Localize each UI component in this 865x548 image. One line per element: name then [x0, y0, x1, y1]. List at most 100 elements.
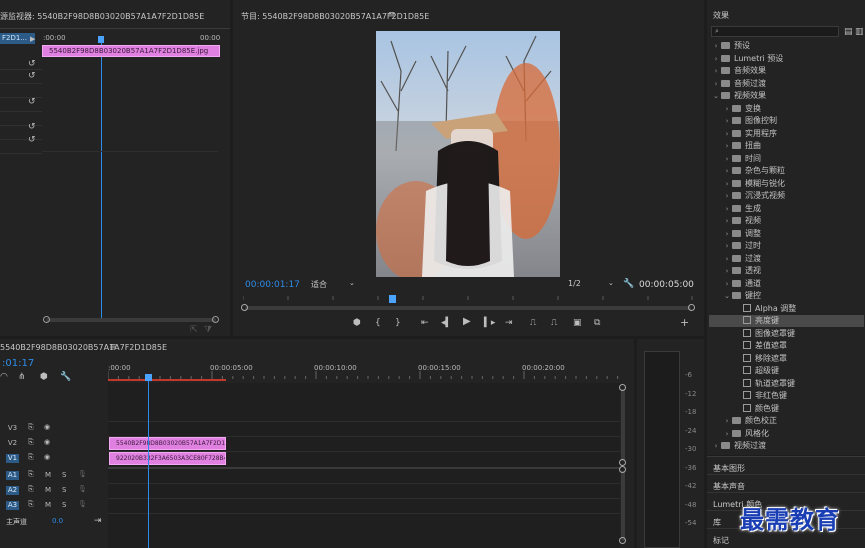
step-forward-icon[interactable]: ▍▸	[484, 318, 495, 328]
chevron-right-icon[interactable]: ›	[722, 428, 732, 440]
track-target-toggle[interactable]: A3	[6, 501, 19, 510]
export-icon[interactable]: ⇱	[190, 325, 198, 335]
effects-folder[interactable]: ⌄ 键控	[709, 290, 864, 302]
filter-icon[interactable]: ⧩	[204, 325, 212, 335]
chevron-right-icon[interactable]: ›	[722, 203, 732, 215]
track-header-v2[interactable]: V2 ⎘ ◉	[0, 436, 108, 451]
reset-icon[interactable]: ↺	[28, 135, 36, 145]
effects-folder[interactable]: › 颜色校正	[709, 415, 864, 427]
yuv-effects-icon[interactable]: ▥	[855, 27, 864, 37]
chevron-right-icon[interactable]: ›	[711, 40, 721, 52]
chevron-right-icon[interactable]: ›	[722, 190, 732, 202]
effects-item[interactable]: 亮度键	[709, 315, 864, 327]
effects-folder[interactable]: › 图像控制	[709, 115, 864, 127]
chevron-right-icon[interactable]: ›	[722, 103, 732, 115]
reset-icon[interactable]: ↺	[28, 71, 36, 81]
effects-folder[interactable]: › 变换	[709, 103, 864, 115]
eye-icon[interactable]: ◉	[44, 453, 50, 461]
effects-title[interactable]: 效果	[713, 10, 729, 21]
clip-v1[interactable]: 922020B332F3A6503A3CE80F728B4C93	[109, 452, 226, 465]
effects-search-input[interactable]: ⌕	[711, 26, 839, 37]
sync-lock-icon[interactable]: ⎘	[28, 485, 34, 494]
effects-folder[interactable]: › 视频	[709, 215, 864, 227]
scroll-handle-bottom[interactable]	[619, 459, 626, 466]
reset-icon[interactable]: ↺	[28, 59, 36, 69]
effects-folder[interactable]: › 模糊与锐化	[709, 178, 864, 190]
effects-item[interactable]: 超级键	[709, 365, 864, 377]
chevron-right-icon[interactable]: ›	[722, 278, 732, 290]
export-frame-icon[interactable]: ▣	[573, 318, 582, 328]
clip-v2[interactable]: 5540B2F98D8B03020B57A1A7F2D1D8	[109, 437, 226, 450]
go-to-out-icon[interactable]: ⇥	[505, 318, 513, 328]
track-target-toggle[interactable]: V1	[6, 454, 19, 463]
work-area-bar[interactable]	[108, 379, 226, 381]
program-playhead-marker[interactable]	[389, 295, 396, 303]
chevron-right-icon[interactable]: ›	[711, 53, 721, 65]
effects-folder[interactable]: › 风格化	[709, 428, 864, 440]
reset-icon[interactable]: ↺	[28, 122, 36, 132]
wrench-icon[interactable]: 🔧	[60, 372, 71, 382]
effects-item[interactable]: 颜色键	[709, 403, 864, 415]
microphone-icon[interactable]: 🎙	[78, 485, 87, 493]
chevron-right-icon[interactable]: ›	[722, 128, 732, 140]
wrench-icon[interactable]: 🔧	[623, 279, 634, 289]
track-header-a1[interactable]: A1 ⎘ M S 🎙	[0, 468, 108, 483]
lift-icon[interactable]: ⎍	[530, 318, 536, 328]
mark-out-icon[interactable]: }	[395, 318, 401, 328]
solo-icon[interactable]: S	[62, 486, 66, 494]
timeline-playhead-marker[interactable]	[145, 374, 152, 381]
chevron-right-icon[interactable]: ›	[722, 253, 732, 265]
track-target-toggle[interactable]: A1	[6, 471, 19, 480]
effects-item[interactable]: 轨道遮罩键	[709, 378, 864, 390]
chevron-right-icon[interactable]: ›	[722, 265, 732, 277]
chevron-right-icon[interactable]: ›	[722, 240, 732, 252]
timeline-vscrollbar[interactable]	[621, 389, 625, 461]
chevron-right-icon[interactable]: ›	[722, 228, 732, 240]
go-to-in-icon[interactable]: ⇤	[421, 318, 429, 328]
effects-folder[interactable]: › 生成	[709, 203, 864, 215]
effects-item[interactable]: 图像遮罩键	[709, 328, 864, 340]
timeline-vscrollbar-audio[interactable]	[621, 471, 625, 541]
scroll-handle-left[interactable]	[241, 304, 248, 311]
chevron-right-icon[interactable]: ›	[711, 440, 721, 452]
scroll-handle-right[interactable]	[688, 304, 695, 311]
track-target-toggle[interactable]: V3	[6, 424, 19, 433]
effects-folder[interactable]: › 预设	[709, 40, 864, 52]
track-header-v1[interactable]: V1 ⎘ ◉	[0, 451, 108, 466]
effects-item[interactable]: 非红色键	[709, 390, 864, 402]
microphone-icon[interactable]: 🎙	[78, 500, 87, 508]
effects-item[interactable]: 差值遮罩	[709, 340, 864, 352]
chevron-right-icon[interactable]: ›	[722, 115, 732, 127]
effects-folder[interactable]: › 调整	[709, 228, 864, 240]
timeline-ruler[interactable]: :00:00 00:00:05:00 00:00:10:00 00:00:15:00 0…	[108, 359, 620, 381]
add-marker-icon[interactable]: ⬢	[353, 318, 361, 328]
side-panel-essential-graphics[interactable]: 基本图形	[713, 463, 745, 474]
effects-folder[interactable]: › 实用程序	[709, 128, 864, 140]
chevron-down-icon[interactable]: ⌄	[722, 290, 732, 302]
accelerated-effects-icon[interactable]: ▤	[844, 27, 853, 37]
side-panel-libraries[interactable]: 库	[713, 517, 721, 528]
chevron-down-icon[interactable]: ⌄	[711, 90, 721, 102]
microphone-icon[interactable]: 🎙	[78, 470, 87, 478]
effects-folder[interactable]: › 通道	[709, 278, 864, 290]
master-track-value[interactable]: 0.0	[52, 517, 63, 525]
program-scrollbar[interactable]	[245, 306, 691, 310]
nest-icon[interactable]: ◠	[0, 372, 8, 382]
effects-folder[interactable]: › 过渡	[709, 253, 864, 265]
track-target-toggle[interactable]: A2	[6, 486, 19, 495]
program-ruler[interactable]	[242, 294, 693, 302]
effects-item[interactable]: Alpha 调整	[709, 303, 864, 315]
scroll-handle-top[interactable]	[619, 466, 626, 473]
effects-folder[interactable]: › 沉浸式视频	[709, 190, 864, 202]
mark-in-icon[interactable]: {	[375, 318, 381, 328]
mute-icon[interactable]: M	[45, 471, 51, 479]
track-target-toggle[interactable]: V2	[6, 439, 19, 448]
sync-lock-icon[interactable]: ⎘	[28, 500, 34, 509]
mute-icon[interactable]: M	[45, 501, 51, 509]
chevron-right-icon[interactable]: ›	[722, 178, 732, 190]
sync-lock-icon[interactable]: ⎘	[28, 438, 34, 447]
source-scrollbar[interactable]	[46, 318, 216, 322]
side-panel-essential-sound[interactable]: 基本声音	[713, 481, 745, 492]
program-monitor-title[interactable]: 节目: 5540B2F98D8B03020B57A1A7F2D1D85E	[241, 11, 429, 22]
menu-icon[interactable]: ≡	[109, 342, 117, 352]
